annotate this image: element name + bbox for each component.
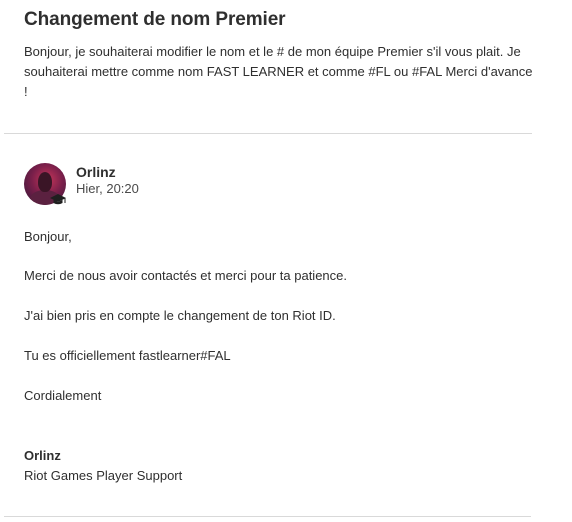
reply-paragraph: Merci de nous avoir contactés et merci p… [24,268,347,283]
ticket-description: Bonjour, je souhaiterai modifier le nom … [24,44,533,99]
reply-timestamp: Hier, 20:20 [76,181,139,196]
divider [4,516,531,517]
reply-paragraph: J'ai bien pris en compte le changement d… [24,308,336,323]
signature-name: Orlinz [24,448,61,463]
signature-team: Riot Games Player Support [24,468,183,483]
avatar-face [38,172,52,192]
reply-closing: Cordialement [24,388,102,403]
reply-greeting: Bonjour, [24,229,72,244]
author-name[interactable]: Orlinz [76,164,116,180]
reply-paragraph: Tu es officiellement fastlearner#FAL [24,348,231,363]
ticket-title: Changement de nom Premier [24,9,286,30]
graduation-cap-icon [50,194,66,205]
divider [4,133,532,134]
